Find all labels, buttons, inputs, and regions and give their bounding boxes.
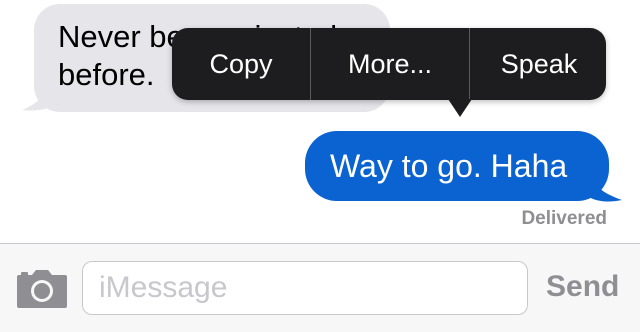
menu-item-speak[interactable]: Speak: [470, 28, 606, 100]
menu-item-copy[interactable]: Copy: [172, 28, 310, 100]
send-button[interactable]: Send: [546, 270, 619, 304]
camera-icon[interactable]: [16, 269, 68, 309]
outgoing-message-text: Way to go. Haha: [330, 148, 568, 184]
context-menu-arrow: [448, 99, 472, 117]
incoming-bubble-tail: [22, 72, 60, 111]
delivery-status: Delivered: [521, 208, 607, 229]
messages-screen: Never been rejected before. Way to go. H…: [0, 0, 640, 332]
context-menu: Copy More... Speak: [172, 28, 606, 100]
menu-item-more[interactable]: More...: [311, 28, 469, 100]
message-input[interactable]: [82, 261, 528, 315]
outgoing-bubble-tail: [580, 160, 622, 202]
